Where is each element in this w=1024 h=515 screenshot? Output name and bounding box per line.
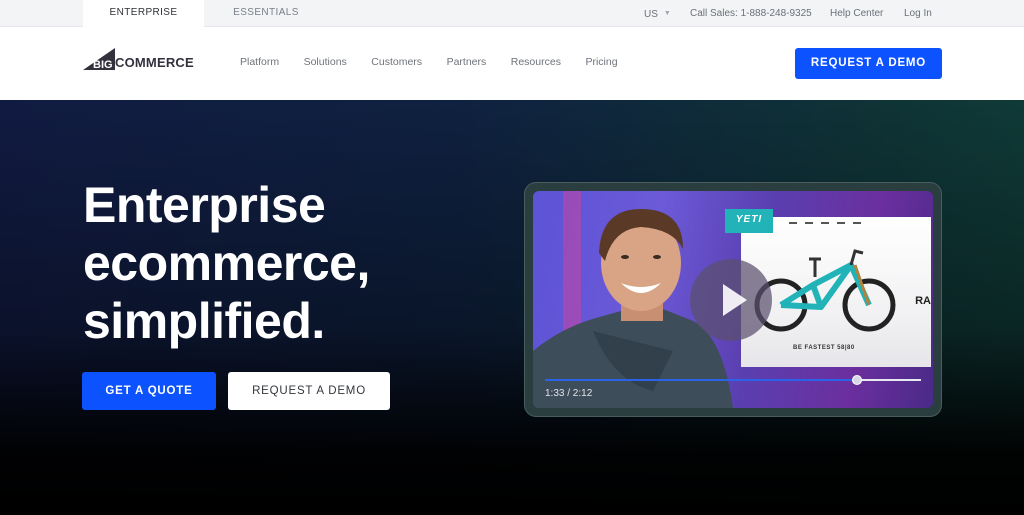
screen-side-text: RA [915, 295, 931, 307]
call-sales-link[interactable]: Call Sales: 1-888-248-9325 [690, 0, 812, 27]
hero-title-line: Enterprise [83, 177, 326, 233]
time-display: 1:33 / 2:12 [545, 388, 593, 399]
hero-title: Enterprise ecommerce, simplified. [83, 176, 483, 350]
nav-pricing[interactable]: Pricing [585, 56, 617, 68]
nav-partners[interactable]: Partners [447, 56, 487, 68]
top-utility-bar: ENTERPRISE ESSENTIALS US ▼ Call Sales: 1-… [0, 0, 1024, 27]
primary-nav: Platform Solutions Customers Partners Re… [240, 56, 642, 68]
hero-title-line: ecommerce, [83, 235, 370, 291]
progress-fill [545, 379, 858, 381]
hero-title-line: simplified. [83, 293, 325, 349]
video-progress-bar[interactable] [545, 375, 921, 385]
tab-enterprise[interactable]: ENTERPRISE [83, 0, 204, 27]
screen-tagline: BE FASTEST 58|80 [793, 345, 855, 351]
request-demo-button-nav[interactable]: REQUEST A DEMO [795, 48, 942, 79]
logo-triangle-icon: BIG [83, 48, 115, 70]
video-player[interactable]: YETI RA BE FASTEST 58|80 1:33 / 2:12 [533, 191, 933, 408]
bigcommerce-logo[interactable]: BIG COMMERCE [83, 48, 194, 70]
request-demo-button-hero[interactable]: REQUEST A DEMO [228, 372, 390, 410]
nav-customers[interactable]: Customers [371, 56, 422, 68]
progress-thumb[interactable] [852, 375, 863, 385]
nav-platform[interactable]: Platform [240, 56, 279, 68]
nav-resources[interactable]: Resources [511, 56, 561, 68]
logo-text: COMMERCE [115, 55, 194, 70]
chevron-down-icon: ▼ [663, 10, 671, 17]
screen-menu [789, 222, 861, 224]
log-in-link[interactable]: Log In [904, 0, 932, 27]
nav-solutions[interactable]: Solutions [304, 56, 347, 68]
yeti-badge: YETI [725, 209, 773, 233]
main-navbar: BIG COMMERCE Platform Solutions Customer… [0, 27, 1024, 100]
video-player-frame: YETI RA BE FASTEST 58|80 1:33 / 2:12 [524, 182, 942, 417]
help-center-link[interactable]: Help Center [830, 0, 883, 27]
get-a-quote-button[interactable]: GET A QUOTE [82, 372, 216, 410]
play-button[interactable] [690, 259, 772, 341]
tab-essentials[interactable]: ESSENTIALS [204, 0, 328, 27]
bike-image [754, 249, 896, 332]
region-label: US [644, 9, 658, 20]
region-selector[interactable]: US ▼ [644, 0, 671, 27]
logo-prefix: BIG [93, 59, 113, 70]
